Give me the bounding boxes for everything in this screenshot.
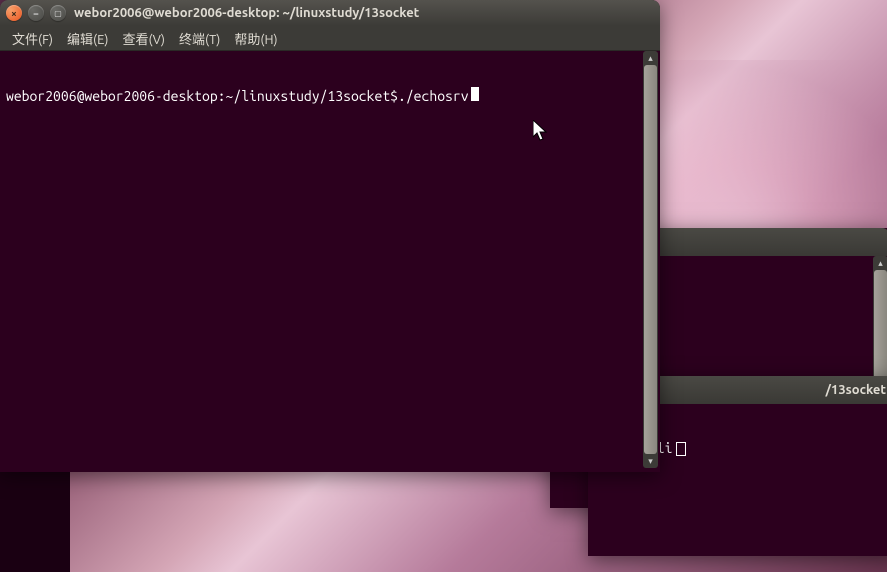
titlebar[interactable]: × − ▢ webor2006@webor2006-desktop: ~/lin… [0,0,660,26]
menubar: 文件(F) 编辑(E) 查看(V) 终端(T) 帮助(H) [0,26,660,51]
scrollbar-thumb[interactable] [644,65,657,454]
terminal-body[interactable]: webor2006@webor2006-desktop:~/linuxstudy… [0,51,660,472]
scroll-up-icon[interactable]: ▴ [873,256,887,270]
shell-prompt: webor2006@webor2006-desktop:~/linuxstudy… [6,88,398,104]
cursor-block [471,87,479,101]
minimize-icon: − [33,8,39,19]
title-fragment: /13socket [826,383,887,397]
cursor-outline [676,442,686,456]
window-controls: × − ▢ [6,5,66,21]
maximize-button[interactable]: ▢ [50,5,66,21]
scrollbar-track[interactable] [643,65,658,454]
prompt-line: webor2006@webor2006-desktop:~/linuxstudy… [6,87,654,104]
menu-view[interactable]: 查看(V) [117,27,171,50]
minimize-button[interactable]: − [28,5,44,21]
menu-file[interactable]: 文件(F) [6,27,59,50]
close-button[interactable]: × [6,5,22,21]
terminal-window-echosrv[interactable]: × − ▢ webor2006@webor2006-desktop: ~/lin… [0,0,660,472]
scrollbar[interactable]: ▴ ▾ [643,51,658,468]
scroll-down-icon[interactable]: ▾ [643,454,658,468]
window-title: webor2006@webor2006-desktop: ~/linuxstud… [74,6,419,20]
panel-shadow [0,472,70,572]
menu-edit[interactable]: 编辑(E) [61,27,114,50]
shell-command: ./echosrv [398,88,469,104]
close-icon: × [11,8,17,19]
scroll-up-icon[interactable]: ▴ [643,51,658,65]
maximize-icon: ▢ [54,9,62,18]
menu-terminal[interactable]: 终端(T) [173,27,226,50]
menu-help[interactable]: 帮助(H) [228,27,283,50]
